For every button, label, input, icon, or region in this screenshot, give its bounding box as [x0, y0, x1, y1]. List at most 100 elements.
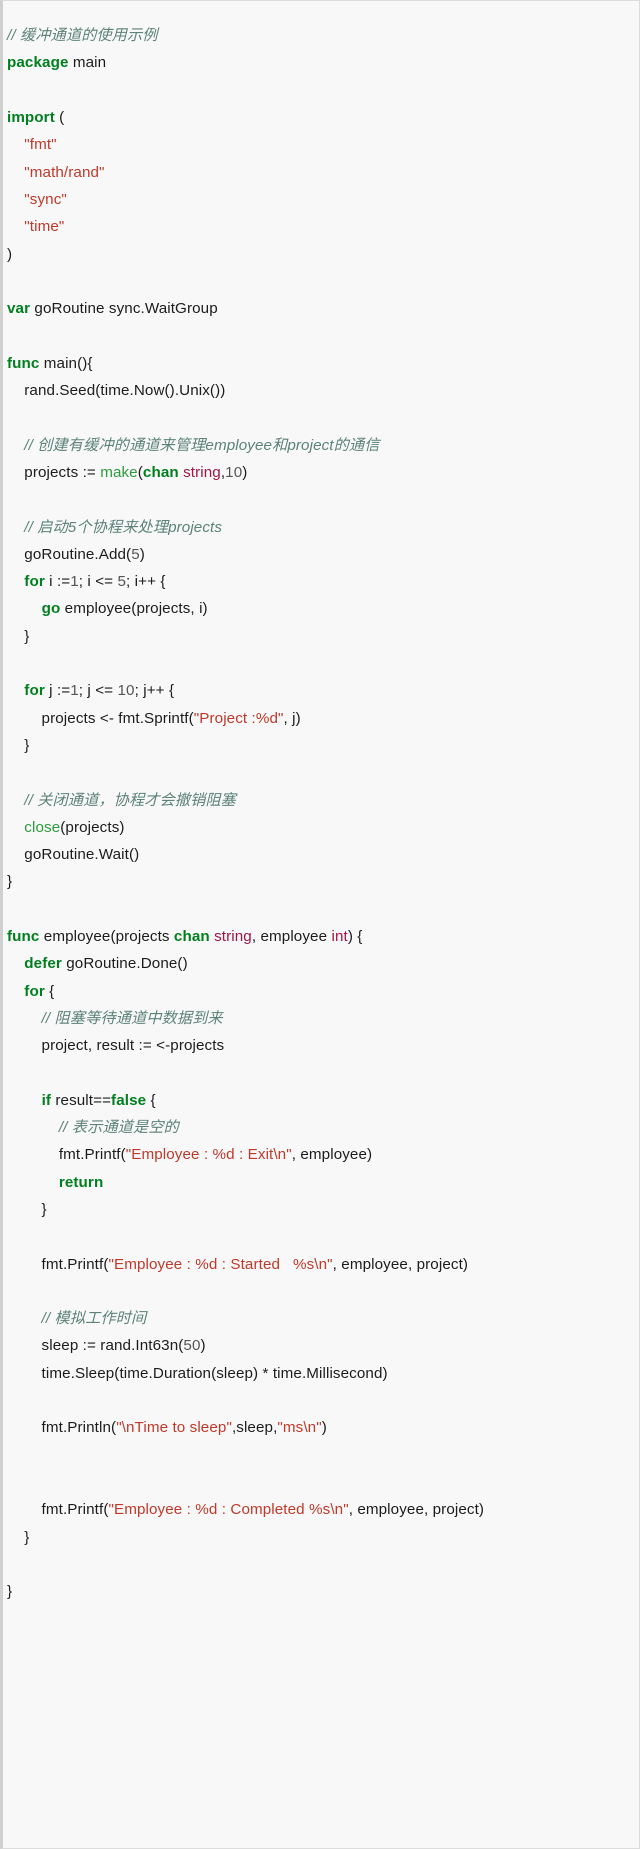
code-token-plain: time.Sleep(time.Duration(sleep) * time.M… — [7, 1364, 388, 1382]
code-token-punc: ) — [200, 1337, 206, 1355]
code-token-kw: package — [7, 54, 69, 72]
code-token-plain: main — [68, 54, 107, 72]
code-line: close(projects) — [3, 814, 639, 841]
code-token-str: "Employee : %d : Exit\n" — [125, 1146, 292, 1164]
code-token-plain: ; i++ { — [126, 573, 166, 591]
code-token-punc: ) — [139, 545, 145, 563]
code-token-kw: func — [7, 927, 40, 945]
code-line: var goRoutine sync.WaitGroup — [3, 295, 639, 322]
code-token-plain: goRoutine sync.WaitGroup — [30, 300, 218, 318]
code-token-plain: ; i <= — [78, 573, 118, 591]
code-token-plain: result== — [51, 1091, 112, 1109]
code-token-plain: ) { — [347, 927, 363, 945]
code-token-plain: j := — [44, 682, 71, 700]
code-token-str: "fmt" — [24, 136, 57, 154]
code-line: "math/rand" — [3, 159, 639, 186]
code-token-plain: , employee — [251, 927, 332, 945]
code-token-str: "\nTime to sleep" — [116, 1419, 232, 1437]
code-token-plain: goRoutine.Done() — [61, 955, 188, 973]
code-token-kw: func — [7, 354, 40, 372]
code-line: for { — [3, 978, 639, 1005]
code-token-plain: fmt.Printf( — [7, 1501, 109, 1519]
code-line: } — [3, 732, 639, 759]
code-token-kw: return — [58, 1173, 104, 1191]
code-token-kw: defer — [24, 955, 62, 973]
code-line: goRoutine.Add(5) — [3, 541, 639, 568]
code-token-plain: ; j++ { — [134, 682, 175, 700]
code-line: if result==false { — [3, 1087, 639, 1114]
code-token-cmt: // 创建有缓冲的通道来管理employee和project的通信 — [7, 436, 380, 454]
code-line: // 关闭通道，协程才会撤销阻塞 — [3, 787, 639, 814]
code-token-plain: projects <- fmt.Sprintf( — [7, 709, 194, 727]
code-token-builtin: close — [24, 818, 61, 836]
code-token-plain: project, result := <-projects — [7, 1037, 225, 1055]
code-token-kw: chan — [173, 927, 210, 945]
code-line: import ( — [3, 104, 639, 131]
code-token-plain: , j) — [283, 709, 301, 727]
code-line: // 缓冲通道的使用示例 — [3, 22, 639, 49]
code-token-plain: sleep := rand.Int63n( — [7, 1337, 184, 1355]
code-token-cmt: // 启动5个协程来处理projects — [7, 518, 223, 536]
code-token-str: "ms\n" — [277, 1419, 322, 1437]
code-text-area[interactable]: // 缓冲通道的使用示例 package main import ( "fmt" … — [3, 16, 639, 1611]
code-line: // 创建有缓冲的通道来管理employee和project的通信 — [3, 432, 639, 459]
code-line: } — [3, 1578, 639, 1605]
code-token-kw: for — [24, 682, 45, 700]
code-line: } — [3, 868, 639, 895]
code-line: func employee(projects chan string, empl… — [3, 923, 639, 950]
code-line: time.Sleep(time.Duration(sleep) * time.M… — [3, 1360, 639, 1387]
code-token-punc: ) — [7, 245, 13, 263]
code-token-plain: ; j <= — [78, 682, 118, 700]
code-token-plain: ,sleep, — [231, 1419, 278, 1437]
code-token-punc: } — [7, 873, 13, 891]
code-line: "sync" — [3, 186, 639, 213]
code-token-num: 1 — [70, 682, 79, 700]
code-line: fmt.Printf("Employee : %d : Exit\n", emp… — [3, 1141, 639, 1168]
code-token-punc: } — [7, 736, 30, 754]
code-token-kw: go — [41, 600, 61, 618]
code-token-num: 50 — [183, 1337, 201, 1355]
code-token-num: 5 — [131, 545, 140, 563]
code-token-cmt: // 模拟工作时间 — [7, 1310, 147, 1328]
code-token-builtin: make — [100, 463, 138, 481]
code-listing: // 缓冲通道的使用示例 package main import ( "fmt" … — [0, 0, 640, 1849]
code-token-plain: main(){ — [39, 354, 93, 372]
code-token-plain: , employee, project) — [332, 1255, 469, 1273]
code-token-plain: , employee, project) — [348, 1501, 485, 1519]
code-token-kw: chan — [142, 463, 179, 481]
code-token-plain: rand.Seed(time.Now().Unix()) — [7, 382, 226, 400]
code-token-str: "time" — [24, 218, 65, 236]
code-line: } — [3, 1196, 639, 1223]
code-line: sleep := rand.Int63n(50) — [3, 1332, 639, 1359]
code-token-plain: goRoutine.Wait() — [7, 846, 140, 864]
code-token-plain: i := — [44, 573, 71, 591]
code-line: // 模拟工作时间 — [3, 1305, 639, 1332]
code-token-punc: } — [7, 1528, 30, 1546]
code-line: projects <- fmt.Sprintf("Project :%d", j… — [3, 705, 639, 732]
code-line: ) — [3, 241, 639, 268]
code-line: // 表示通道是空的 — [3, 1114, 639, 1141]
code-token-kw: import — [7, 109, 55, 127]
code-token-kw: if — [41, 1091, 52, 1109]
code-token-plain: fmt.Printf( — [7, 1255, 109, 1273]
